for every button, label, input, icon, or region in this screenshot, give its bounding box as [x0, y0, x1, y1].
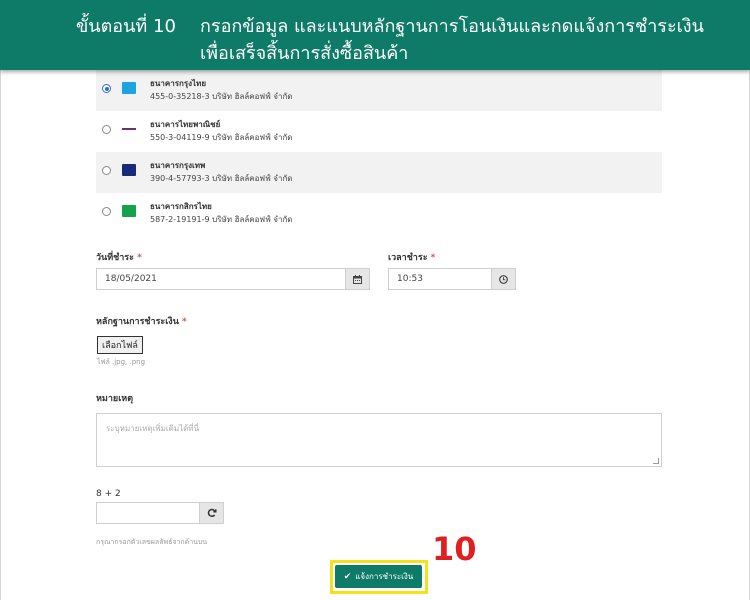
required-mark: * — [430, 253, 436, 263]
check-icon: ✔ — [343, 571, 352, 582]
submit-payment-button[interactable]: ✔ แจ้งการชำระเงิน — [335, 565, 422, 588]
clock-icon — [499, 274, 508, 284]
payment-date-input[interactable]: 18/05/2021 — [96, 268, 346, 290]
bank-option-ktb[interactable]: ธนาคารกรุงไทย 455-0-35218-3 บริษัท ฮิลล์… — [96, 70, 662, 111]
kbank-logo-icon — [122, 205, 136, 217]
bank-account-list: ธนาคารกรุงไทย 455-0-35218-3 บริษัท ฮิลล์… — [96, 70, 662, 234]
banner-title-line2: เพื่อเสร็จสิ้นการสั่งซื้อสินค้า — [200, 43, 409, 64]
payment-date-label: วันที่ชำระ * — [96, 250, 142, 264]
bank-radio[interactable] — [102, 84, 111, 93]
bank-account: 390-4-57793-3 บริษัท ฮิลล์คอฟฟ์ จำกัด — [150, 174, 293, 183]
bank-radio[interactable] — [102, 207, 111, 216]
required-mark: * — [137, 253, 142, 263]
ktb-logo-icon — [122, 82, 136, 94]
payment-time-label: เวลาชำระ * — [388, 250, 435, 264]
clock-button[interactable] — [492, 268, 516, 290]
bank-option-scb[interactable]: ธนาคารไทยพาณิชย์ 550-3-04119-9 บริษัท ฮิ… — [96, 111, 662, 152]
calendar-button[interactable] — [346, 268, 370, 290]
required-mark: * — [182, 317, 187, 327]
bank-radio[interactable] — [102, 125, 111, 134]
bank-name: ธนาคารกรุงเทพ — [150, 161, 206, 170]
note-placeholder: ระบุหมายเหตุเพิ่มเติมได้ที่นี่ — [106, 424, 200, 433]
captcha-question: 8 + 2 — [96, 489, 121, 499]
refresh-icon — [207, 508, 216, 518]
payment-date-label-text: วันที่ชำระ — [96, 253, 134, 263]
choose-file-button[interactable]: เลือกไฟล์ — [97, 336, 143, 354]
file-type-hint: ไฟล์ .jpg, .png — [97, 358, 146, 366]
scb-logo-icon — [122, 127, 136, 131]
payment-time-input[interactable]: 10:53 — [388, 268, 492, 290]
bank-option-bbl[interactable]: ธนาคารกรุงเทพ 390-4-57793-3 บริษัท ฮิลล์… — [96, 152, 662, 193]
submit-label: แจ้งการชำระเงิน — [355, 572, 414, 581]
step-number-annotation: 10 — [432, 530, 477, 568]
bank-account: 587-2-19191-9 บริษัท ฮิลล์คอฟฟ์ จำกัด — [150, 215, 293, 224]
bank-name: ธนาคารกรุงไทย — [150, 79, 207, 88]
resize-handle-icon[interactable] — [653, 458, 659, 464]
payment-time-label-text: เวลาชำระ — [388, 253, 428, 263]
bank-radio[interactable] — [102, 166, 111, 175]
bank-name: ธนาคารไทยพาณิชย์ — [150, 120, 221, 129]
bank-account: 455-0-35218-3 บริษัท ฮิลล์คอฟฟ์ จำกัด — [150, 92, 293, 101]
captcha-hint: กรุณากรอกตัวเลขผลลัพธ์จากด้านบน — [96, 538, 208, 546]
instruction-banner: ขั้นตอนที่ 10 กรอกข้อมูล และแนบหลักฐานกา… — [0, 0, 750, 70]
bank-name: ธนาคารกสิกรไทย — [150, 202, 212, 211]
captcha-input[interactable] — [96, 502, 200, 524]
bank-account: 550-3-04119-9 บริษัท ฮิลล์คอฟฟ์ จำกัด — [150, 133, 293, 142]
calendar-icon — [353, 274, 362, 284]
bbl-logo-icon — [122, 164, 136, 176]
banner-title-line1: กรอกข้อมูล และแนบหลักฐานการโอนเงินและกดแ… — [200, 16, 704, 37]
note-label: หมายเหตุ — [96, 394, 134, 404]
refresh-captcha-button[interactable] — [200, 502, 224, 524]
note-textarea[interactable]: ระบุหมายเหตุเพิ่มเติมได้ที่นี่ — [96, 413, 662, 467]
proof-label-text: หลักฐานการชำระเงิน — [96, 317, 179, 327]
proof-label: หลักฐานการชำระเงิน * — [96, 314, 187, 328]
step-label: ขั้นตอนที่ 10 — [76, 16, 176, 37]
bank-option-kbank[interactable]: ธนาคารกสิกรไทย 587-2-19191-9 บริษัท ฮิลล… — [96, 193, 662, 234]
